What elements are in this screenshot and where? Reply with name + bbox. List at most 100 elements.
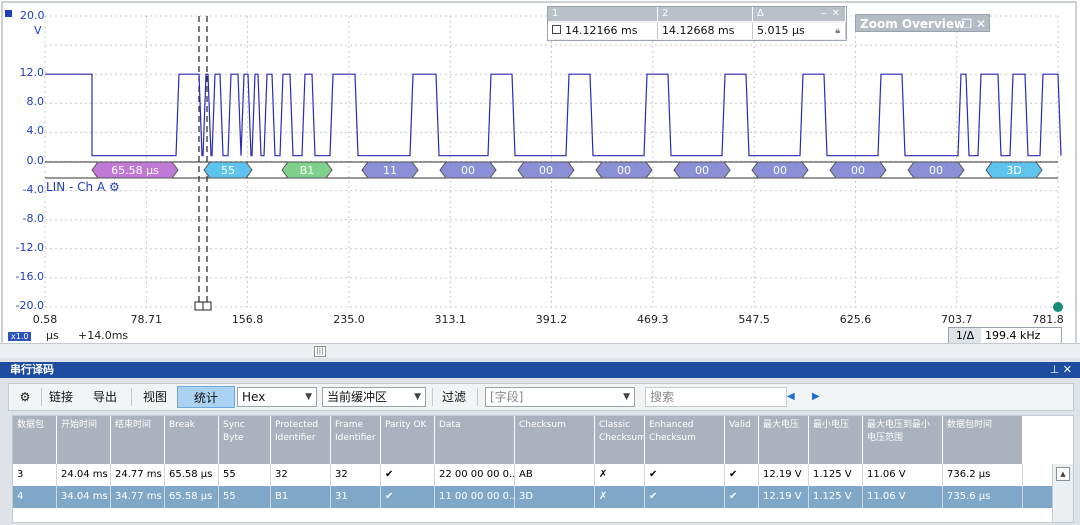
x-tick-label: 0.58: [32, 313, 58, 326]
table-row[interactable]: 4 34.04 ms 34.77 ms 65.58 µs 55 B1 31 ✔ 11 00 00…: [13, 486, 1053, 508]
table-cell: 55: [219, 486, 271, 508]
x-tick-label: 156.8: [231, 313, 264, 326]
gear-icon[interactable]: ⚙: [109, 180, 120, 194]
channel-marker: [5, 10, 12, 17]
x-tick-label: 625.6: [839, 313, 872, 326]
restore-icon[interactable]: ❐: [961, 17, 972, 31]
close-icon[interactable]: ✕: [832, 7, 840, 21]
pin-icon[interactable]: ⊥: [1050, 363, 1060, 376]
search-input[interactable]: 搜索: [645, 387, 787, 407]
divider: [432, 388, 433, 406]
table-cell: 12.19 V: [759, 464, 809, 486]
format-select[interactable]: Hex ▼: [237, 387, 317, 407]
next-icon[interactable]: ▶: [812, 387, 820, 407]
table-cell: 34.04 ms: [57, 486, 111, 508]
column-header[interactable]: Break: [165, 416, 219, 464]
table-cell: 1.125 V: [809, 486, 863, 508]
column-header[interactable]: Frame Identifier: [331, 416, 381, 464]
table-cell: 65.58 µs: [165, 486, 219, 508]
column-header[interactable]: 开始时间: [57, 416, 111, 464]
decode-byte-label: B1: [300, 164, 315, 177]
column-header[interactable]: Sync Byte: [219, 416, 271, 464]
field-select[interactable]: [字段] ▼: [485, 387, 635, 407]
decode-byte-label: 55: [221, 164, 235, 177]
column-header[interactable]: Parity OK: [381, 416, 435, 464]
column-header[interactable]: Enhanced Checksum: [645, 416, 725, 464]
table-cell: AB: [515, 464, 595, 486]
panel-controls[interactable]: ⊥ ✕: [1050, 362, 1072, 378]
cursor-handle: [194, 301, 204, 311]
table-cell: ✔: [645, 486, 725, 508]
divider: [131, 388, 132, 406]
x-tick-label: 547.5: [738, 313, 770, 326]
close-icon[interactable]: ✕: [1063, 363, 1072, 376]
chevron-down-icon: ▼: [623, 392, 630, 402]
column-header[interactable]: 最大电压: [759, 416, 809, 464]
decode-byte-label: 11: [383, 164, 397, 177]
table-cell: 12.19 V: [759, 486, 809, 508]
buffer-select[interactable]: 当前缓冲区 ▼: [322, 387, 426, 407]
stats-button[interactable]: 统计: [177, 386, 235, 408]
view-button[interactable]: 视图: [137, 386, 173, 408]
column-header[interactable]: 数据包时间: [943, 416, 1023, 464]
window-controls[interactable]: ❐ ✕: [961, 15, 986, 33]
column-header[interactable]: Data: [435, 416, 515, 464]
x-tick-label: 781.8: [1032, 313, 1064, 326]
decode-byte-label: 00: [539, 164, 553, 177]
table-cell: ✔: [725, 464, 759, 486]
table-cell: ✔: [645, 464, 725, 486]
cursor-2-label: 2: [662, 8, 669, 19]
decode-byte-label: 00: [617, 164, 631, 177]
trigger-marker: [1053, 302, 1063, 312]
oscilloscope-view[interactable]: 65.58 µs 55 B1 11 00 00 00 00 00 00 00 3D 20.0 V 12…: [0, 0, 1080, 358]
table-cell: B1: [271, 486, 331, 508]
delta-label: Δ: [757, 8, 764, 19]
decode-byte-label: 00: [695, 164, 709, 177]
column-header[interactable]: Protected Identifier: [271, 416, 331, 464]
column-header[interactable]: Classic Checksum: [595, 416, 645, 464]
export-button[interactable]: 导出: [89, 386, 121, 408]
column-header[interactable]: Valid: [725, 416, 759, 464]
cursor-2-value: 14.12668 ms: [658, 23, 753, 39]
cursor-1-header: 1: [548, 7, 658, 21]
cursor-1-checkbox[interactable]: [552, 25, 561, 34]
waveform-plot[interactable]: 65.58 µs 55 B1 11 00 00 00 00 00 00 00 3D: [0, 0, 1080, 358]
delta-header: Δ ‒ ✕: [753, 7, 846, 21]
cursor-readout: 1 2 Δ ‒ ✕ 14.12166 ms 14.12668 ms 5.015 µs…: [547, 6, 847, 41]
column-header[interactable]: 最小电压: [809, 416, 863, 464]
scroll-up-icon[interactable]: ▲: [1056, 467, 1070, 481]
minimize-icon[interactable]: ‒: [821, 7, 827, 21]
y-scale-value: 20.0: [20, 9, 45, 22]
decode-byte-label: 00: [461, 164, 475, 177]
table-cell: ✗: [595, 464, 645, 486]
decode-byte-label: 65.58 µs: [111, 164, 159, 177]
x-tick-label: 235.0: [333, 313, 365, 326]
zoom-overview-button[interactable]: Zoom Overview ❐ ✕: [855, 14, 990, 32]
close-icon[interactable]: ✕: [976, 17, 986, 31]
column-header[interactable]: Checksum: [515, 416, 595, 464]
filter-button[interactable]: 过滤: [437, 386, 471, 408]
x-offset: +14.0ms: [78, 329, 129, 342]
previous-icon[interactable]: ◀: [787, 387, 795, 407]
decode-table: 数据包 开始时间 结束时间 Break Sync Byte Protected Ident…: [12, 415, 1074, 523]
link-button[interactable]: 链接: [45, 386, 77, 408]
buffer-value: 当前缓冲区: [327, 390, 388, 404]
column-header[interactable]: 最大电压到最小电压范围: [863, 416, 943, 464]
cursor-1-value: 14.12166 ms: [548, 23, 658, 39]
horizontal-scrollbar[interactable]: |||: [0, 343, 1080, 358]
y-tick-label: 12.0: [19, 66, 45, 80]
column-header[interactable]: 数据包: [13, 416, 57, 464]
x-tick-label: 391.2: [535, 313, 568, 326]
channel-label[interactable]: LIN - Ch A ⚙: [46, 180, 120, 194]
column-header[interactable]: 结束时间: [111, 416, 165, 464]
vertical-scrollbar[interactable]: ▲: [1052, 464, 1073, 522]
delta-value: 5.015 µs 🔒︎: [753, 23, 846, 39]
y-tick-label: 0.0: [26, 153, 45, 167]
table-row[interactable]: 3 24.04 ms 24.77 ms 65.58 µs 55 32 32 ✔ 22 00 00…: [13, 464, 1053, 486]
zoom-overview-title: Zoom Overview: [860, 17, 966, 31]
table-cell: 3D: [515, 486, 595, 508]
table-cell: 736.2 µs: [943, 464, 1023, 486]
lock-icon[interactable]: 🔒︎: [835, 23, 840, 39]
scroll-thumb[interactable]: |||: [314, 346, 326, 357]
settings-gear-icon[interactable]: ⚙: [13, 386, 37, 408]
